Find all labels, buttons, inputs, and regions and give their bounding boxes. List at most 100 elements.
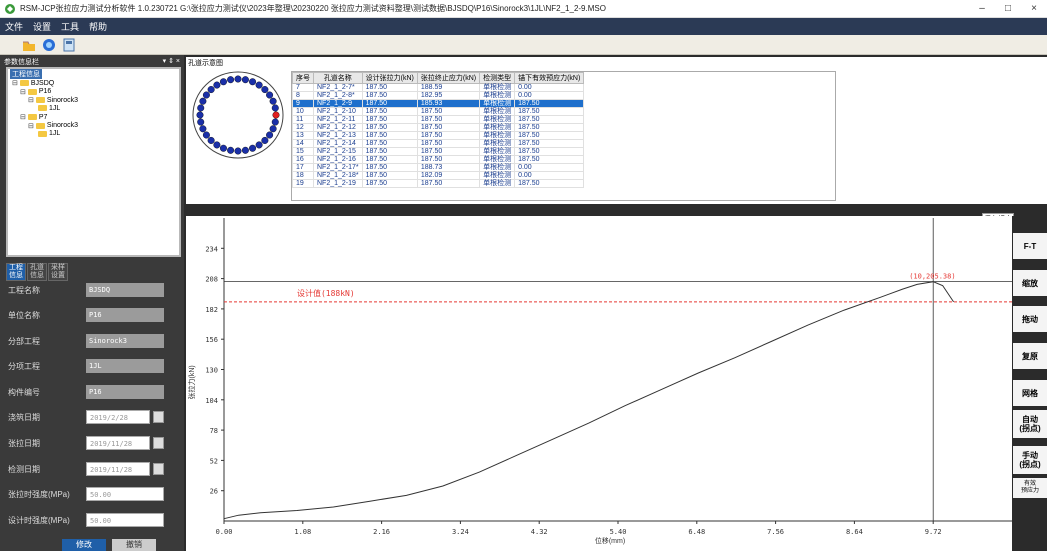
field-value[interactable]: 1JL bbox=[86, 359, 164, 373]
tree-node[interactable]: ⊟ P7 bbox=[20, 113, 47, 122]
strand-dot[interactable] bbox=[234, 75, 242, 83]
calculator-icon[interactable] bbox=[62, 38, 76, 52]
strand-dot[interactable] bbox=[213, 141, 221, 149]
effective-prestress-button[interactable]: 有效 预应力 bbox=[1013, 478, 1047, 498]
strand-dot[interactable] bbox=[241, 76, 249, 84]
field-value[interactable]: Sinorock3 bbox=[86, 334, 164, 348]
tree-root[interactable]: 工程信息 bbox=[10, 69, 42, 79]
strand-dot[interactable] bbox=[202, 131, 210, 139]
tab-sampling-settings[interactable]: 采样 设置 bbox=[48, 263, 68, 281]
strand-dot[interactable] bbox=[255, 141, 263, 149]
table-row[interactable]: 12 NF2_1_2-12 187.50 187.50 单根检测 187.50 bbox=[292, 123, 585, 132]
field-value[interactable]: P16 bbox=[86, 385, 164, 399]
strand-dot[interactable] bbox=[219, 144, 227, 152]
tree-expander[interactable]: ⊟ bbox=[20, 88, 26, 96]
strand-dot[interactable] bbox=[197, 118, 205, 126]
grid-button[interactable]: 网格 bbox=[1013, 380, 1047, 406]
field-value[interactable]: 2019/11/28 bbox=[86, 462, 150, 476]
strand-dot[interactable] bbox=[266, 91, 274, 99]
strand-dot[interactable] bbox=[213, 81, 221, 89]
tree-node[interactable]: ⊟ Sinorock3 bbox=[28, 122, 78, 130]
table-header-cell[interactable]: 序号 bbox=[292, 72, 314, 84]
cancel-button[interactable]: 撤销 bbox=[112, 539, 156, 551]
strand-dot[interactable] bbox=[269, 97, 277, 105]
table-row[interactable]: 13 NF2_1_2-13 187.50 187.50 单根检测 187.50 bbox=[292, 131, 585, 140]
table-row[interactable]: 8 NF2_1_2-8* 187.50 182.95 单根检测 0.00 bbox=[292, 91, 585, 100]
strand-dot[interactable] bbox=[255, 81, 263, 89]
modify-button[interactable]: 修改 bbox=[62, 539, 106, 551]
menu-tools[interactable]: 工具 bbox=[56, 20, 84, 33]
tree-expander[interactable]: ⊟ bbox=[28, 122, 34, 130]
strand-dot[interactable] bbox=[219, 78, 227, 86]
strand-dot[interactable] bbox=[249, 78, 257, 86]
tab-duct-info[interactable]: 孔道 信息 bbox=[27, 263, 47, 281]
zoom-button[interactable]: 缩放 bbox=[1013, 270, 1047, 296]
strand-dot[interactable] bbox=[227, 146, 235, 154]
force-displacement-chart[interactable]: 26 52 78 104 130 156 182 208 234 0.00 1.08 2.16 3.24… bbox=[186, 216, 1012, 551]
drag-button[interactable]: 拖动 bbox=[1013, 306, 1047, 332]
tab-project-info[interactable]: 工程 信息 bbox=[6, 263, 26, 281]
tree-node[interactable]: 1JL bbox=[36, 105, 60, 112]
strand-dot[interactable] bbox=[227, 76, 235, 84]
strand-dot[interactable] bbox=[202, 91, 210, 99]
strand-dot[interactable] bbox=[261, 136, 269, 144]
tree-expander[interactable]: ⊟ bbox=[28, 96, 34, 104]
field-value[interactable]: 2019/11/28 bbox=[86, 436, 150, 450]
strand-dot[interactable] bbox=[207, 136, 215, 144]
field-value[interactable]: 50.00 bbox=[86, 487, 164, 501]
table-row[interactable]: 7 NF2_1_2-7* 187.50 188.59 单根检测 0.00 bbox=[292, 83, 585, 92]
f-t-button[interactable]: F-T bbox=[1013, 233, 1047, 259]
table-row[interactable]: 15 NF2_1_2-15 187.50 187.50 单根检测 187.50 bbox=[292, 147, 585, 156]
strand-dot[interactable] bbox=[199, 97, 207, 105]
maximize-button[interactable]: □ bbox=[995, 3, 1021, 14]
table-row[interactable]: 16 NF2_1_2-16 187.50 187.50 单根检测 187.50 bbox=[292, 155, 585, 164]
table-row[interactable]: 19 NF2_1_2-19 187.50 187.50 单根检测 187.50 bbox=[292, 179, 585, 188]
tree-expander[interactable]: ⊟ bbox=[12, 79, 18, 87]
reset-button[interactable]: 复原 bbox=[1013, 343, 1047, 369]
field-value[interactable]: BJSDQ bbox=[86, 283, 164, 297]
panel-controls[interactable]: ▾ ⇕ × bbox=[163, 57, 180, 67]
strand-dot[interactable] bbox=[261, 86, 269, 94]
table-row[interactable]: 10 NF2_1_2-10 187.50 187.50 单根检测 187.50 bbox=[292, 107, 585, 116]
strand-dot[interactable] bbox=[196, 111, 204, 119]
table-header-cell[interactable]: 检测类型 bbox=[479, 72, 516, 84]
minimize-button[interactable]: – bbox=[969, 3, 995, 14]
field-value[interactable]: P16 bbox=[86, 308, 164, 322]
manual-inflection-button[interactable]: 手动 (拐点) bbox=[1013, 446, 1047, 474]
menu-help[interactable]: 帮助 bbox=[84, 20, 112, 33]
table-row[interactable]: 18 NF2_1_2-18* 187.50 182.09 单根检测 0.00 bbox=[292, 171, 585, 180]
table-row[interactable]: 11 NF2_1_2-11 187.50 187.50 单根检测 187.50 bbox=[292, 115, 585, 124]
connect-icon[interactable] bbox=[42, 38, 56, 52]
strand-dot[interactable] bbox=[207, 86, 215, 94]
table-header-cell[interactable]: 锚下有效预应力(kN) bbox=[514, 72, 585, 84]
tree-expander[interactable]: ⊟ bbox=[20, 113, 26, 121]
open-folder-icon[interactable] bbox=[22, 38, 36, 52]
strand-dot[interactable] bbox=[271, 118, 279, 126]
close-button[interactable]: × bbox=[1021, 3, 1047, 14]
menu-file[interactable]: 文件 bbox=[0, 20, 28, 33]
tree-node[interactable]: ⊟ BJSDQ bbox=[12, 79, 54, 88]
menu-settings[interactable]: 设置 bbox=[28, 20, 56, 33]
strand-dot[interactable] bbox=[197, 104, 205, 112]
auto-inflection-button[interactable]: 自动 (拐点) bbox=[1013, 410, 1047, 438]
table-header-cell[interactable]: 张拉终止应力(kN) bbox=[416, 72, 481, 84]
field-value[interactable]: 50.00 bbox=[86, 513, 164, 527]
field-value[interactable]: 2019/2/28 bbox=[86, 410, 150, 424]
tree-node[interactable]: ⊟ P16 bbox=[20, 88, 51, 96]
strand-dot[interactable] bbox=[269, 125, 277, 133]
strand-dot[interactable] bbox=[266, 131, 274, 139]
table-row[interactable]: 17 NF2_1_2-17* 187.50 188.73 单根检测 0.00 bbox=[292, 163, 585, 172]
table-header-cell[interactable]: 设计张拉力(kN) bbox=[361, 72, 418, 84]
strand-dot[interactable] bbox=[199, 125, 207, 133]
calendar-icon[interactable] bbox=[153, 463, 164, 475]
tree-node[interactable]: ⊟ Sinorock3 bbox=[28, 96, 78, 105]
calendar-icon[interactable] bbox=[153, 437, 164, 449]
strand-dot[interactable] bbox=[271, 104, 279, 112]
table-header-cell[interactable]: 孔道名称 bbox=[313, 72, 363, 84]
strand-dot[interactable] bbox=[272, 111, 280, 119]
table-row[interactable]: 14 NF2_1_2-14 187.50 187.50 单根检测 187.50 bbox=[292, 139, 585, 148]
strand-dot[interactable] bbox=[241, 146, 249, 154]
strand-dot[interactable] bbox=[234, 147, 242, 155]
table-row[interactable]: 9 NF2_1_2-9 187.50 185.93 单根检测 187.50 bbox=[292, 99, 585, 108]
calendar-icon[interactable] bbox=[153, 411, 164, 423]
